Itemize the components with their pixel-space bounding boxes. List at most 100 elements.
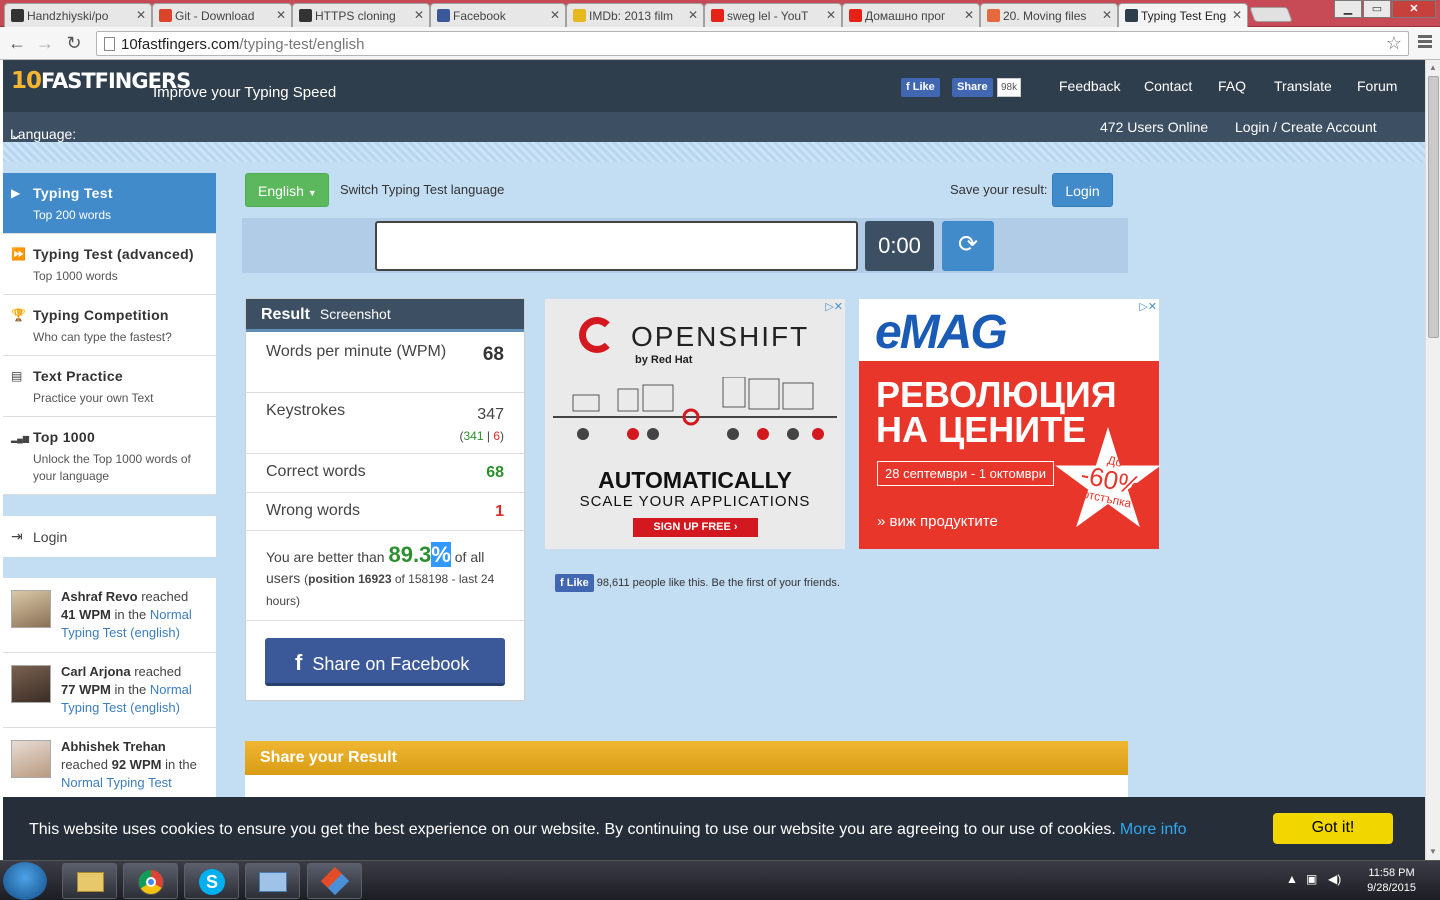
fb-page-like: f Like 98,611 people like this. Be the fi… — [555, 574, 840, 592]
browser-tab[interactable]: 20. Moving files ✕ — [980, 3, 1118, 27]
list-item: Carl Arjona reached 77 WPM in the Normal … — [3, 653, 216, 728]
browser-tab[interactable]: IMDb: 2013 film ✕ — [566, 3, 704, 27]
fb-like-button[interactable]: f Like — [555, 574, 594, 592]
close-icon[interactable]: ✕ — [688, 8, 698, 22]
sidebar-item-competition[interactable]: 🏆 Typing Competition Who can type the fast… — [3, 295, 216, 356]
reload-icon[interactable]: ↻ — [63, 32, 85, 54]
10fastfingers-icon — [1125, 9, 1138, 22]
git-icon — [159, 9, 172, 22]
scroll-down-icon[interactable]: ▼ — [1429, 847, 1437, 856]
login-create-link[interactable]: Login / Create Account — [1235, 119, 1377, 135]
sub-header: Language: English ⌄ 472 Users Online Log… — [3, 112, 1425, 158]
minimize-icon[interactable]: ▁ — [1334, 0, 1362, 18]
close-icon[interactable]: ✕ — [276, 8, 286, 22]
browser-tab-active[interactable]: Typing Test Eng ✕ — [1118, 3, 1248, 28]
sign-in-icon: ⇥ — [11, 528, 23, 544]
explorer-taskbar-icon[interactable] — [62, 863, 117, 899]
skype-taskbar-icon[interactable]: S — [184, 863, 239, 899]
tray-expand-icon[interactable]: ▲ — [1286, 872, 1298, 886]
nav-faq[interactable]: FAQ — [1218, 78, 1246, 94]
emag-products-link[interactable]: » виж продуктите — [877, 513, 998, 530]
timer-display: 0:00 — [865, 221, 934, 271]
document-icon: ▤ — [11, 369, 23, 383]
back-icon[interactable]: ← — [6, 32, 28, 54]
nav-contact[interactable]: Contact — [1144, 78, 1192, 94]
fb-like-button[interactable]: f Like — [901, 78, 940, 97]
close-icon[interactable]: ✕ — [826, 8, 836, 22]
volume-icon[interactable]: ◀) — [1328, 872, 1341, 886]
github-icon — [299, 9, 312, 22]
language-dropdown-button[interactable]: English ▼ — [245, 173, 329, 207]
avatar[interactable] — [11, 665, 51, 703]
keystrokes-value: 347 — [477, 406, 504, 423]
login-button[interactable]: Login — [1052, 173, 1113, 207]
page-viewport: 10FASTFINGERS Improve your Typing Speed … — [3, 60, 1425, 860]
close-window-icon[interactable]: ✕ — [1392, 0, 1436, 18]
sidebar-item-top1000[interactable]: ▂▄▆ Top 1000 Unlock the Top 1000 words of … — [3, 417, 216, 495]
forward-icon[interactable]: → — [34, 32, 56, 54]
browser-tab[interactable]: Facebook ✕ — [430, 3, 566, 27]
bookmark-star-icon[interactable]: ☆ — [1386, 33, 1402, 54]
nav-forum[interactable]: Forum — [1357, 78, 1397, 94]
sidebar-item-text-practice[interactable]: ▤ Text Practice Practice your own Text — [3, 356, 216, 417]
ad-emag[interactable]: ▷✕ eMAG РЕВОЛЮЦИЯ НА ЦЕНИТЕ 28 септември… — [859, 299, 1161, 549]
keystrokes-row: Keystrokes 347 (341 | 6) — [246, 393, 524, 454]
close-icon[interactable]: ✕ — [550, 8, 560, 22]
close-icon[interactable]: ✕ — [964, 8, 974, 22]
feed-link[interactable]: Normal Typing Test — [61, 775, 172, 790]
avatar[interactable] — [11, 740, 51, 778]
browser-tab[interactable]: sweg lel - YouT ✕ — [704, 3, 842, 27]
wpm-value: 68 — [482, 344, 504, 365]
nav-translate[interactable]: Translate — [1274, 78, 1332, 94]
page-icon — [104, 37, 115, 51]
typing-input[interactable] — [375, 221, 858, 271]
maximize-icon[interactable]: ▭ — [1363, 0, 1391, 18]
percentile-value: 89.3 — [388, 542, 432, 567]
stackoverflow-icon — [987, 9, 1000, 22]
chrome-taskbar-icon[interactable] — [123, 863, 178, 899]
avatar[interactable] — [11, 590, 51, 628]
browser-tab[interactable]: HTTPS cloning ✕ — [292, 3, 430, 27]
more-info-link[interactable]: More info — [1120, 821, 1187, 838]
trophy-icon: 🏆 — [11, 308, 26, 322]
close-icon[interactable]: ✕ — [1102, 8, 1112, 22]
chrome-menu-icon[interactable] — [1418, 35, 1432, 50]
git-gui-taskbar-icon[interactable] — [307, 863, 362, 899]
share-facebook-button[interactable]: f Share on Facebook — [265, 638, 505, 686]
openshift-logo-icon — [579, 317, 615, 353]
page-scrollbar[interactable]: ▲ ▼ — [1425, 60, 1440, 860]
ad-openshift[interactable]: ▷✕ OPENSHIFT by Red Hat AUTOMATICALLY SC… — [545, 299, 845, 549]
site-tagline: Improve your Typing Speed — [153, 84, 337, 101]
scroll-up-icon[interactable]: ▲ — [1429, 63, 1437, 72]
sidebar-login[interactable]: ⇥ Login — [3, 516, 216, 557]
nav-feedback[interactable]: Feedback — [1059, 78, 1120, 94]
network-icon[interactable]: ▣ — [1306, 872, 1317, 886]
sidebar-item-typing-test[interactable]: ▶ Typing Test Top 200 words — [3, 173, 216, 234]
adchoices-icon[interactable]: ▷✕ — [825, 300, 843, 313]
close-icon[interactable]: ✕ — [1232, 8, 1242, 22]
scrollbar-thumb[interactable] — [1428, 76, 1439, 338]
github-icon — [11, 9, 24, 22]
browser-tab[interactable]: Домашно прог ✕ — [842, 3, 980, 27]
signup-free-button[interactable]: SIGN UP FREE › — [633, 518, 758, 537]
address-bar[interactable]: 10fastfingers.com/typing-test/english ☆ — [96, 31, 1409, 56]
emag-logo: eMAG — [875, 306, 1008, 359]
close-icon[interactable]: ✕ — [414, 8, 424, 22]
fb-share-button[interactable]: Share — [952, 78, 993, 97]
start-button[interactable] — [3, 862, 47, 900]
system-clock[interactable]: 11:58 PM 9/28/2015 — [1367, 866, 1416, 896]
control-panel-taskbar-icon[interactable] — [245, 863, 300, 899]
adchoices-icon[interactable]: ▷✕ — [1139, 300, 1157, 313]
facebook-icon — [437, 9, 450, 22]
sidebar-item-advanced[interactable]: ⏩ Typing Test (advanced) Top 1000 words — [3, 234, 216, 295]
browser-tab[interactable]: Handzhiyski/po ✕ — [4, 3, 152, 27]
screenshot-link[interactable]: Screenshot — [320, 306, 391, 322]
fb-share-count: 98k — [997, 78, 1022, 97]
restart-icon[interactable]: ⟳ — [942, 221, 994, 271]
result-panel: Result Screenshot Words per minute (WPM) 6… — [245, 298, 525, 701]
signal-bars-icon: ▂▄▆ — [11, 434, 29, 443]
cookie-accept-button[interactable]: Got it! — [1273, 813, 1393, 844]
close-icon[interactable]: ✕ — [136, 8, 146, 22]
browser-tab[interactable]: Git - Download ✕ — [152, 3, 292, 27]
new-tab-button[interactable] — [1249, 7, 1293, 22]
